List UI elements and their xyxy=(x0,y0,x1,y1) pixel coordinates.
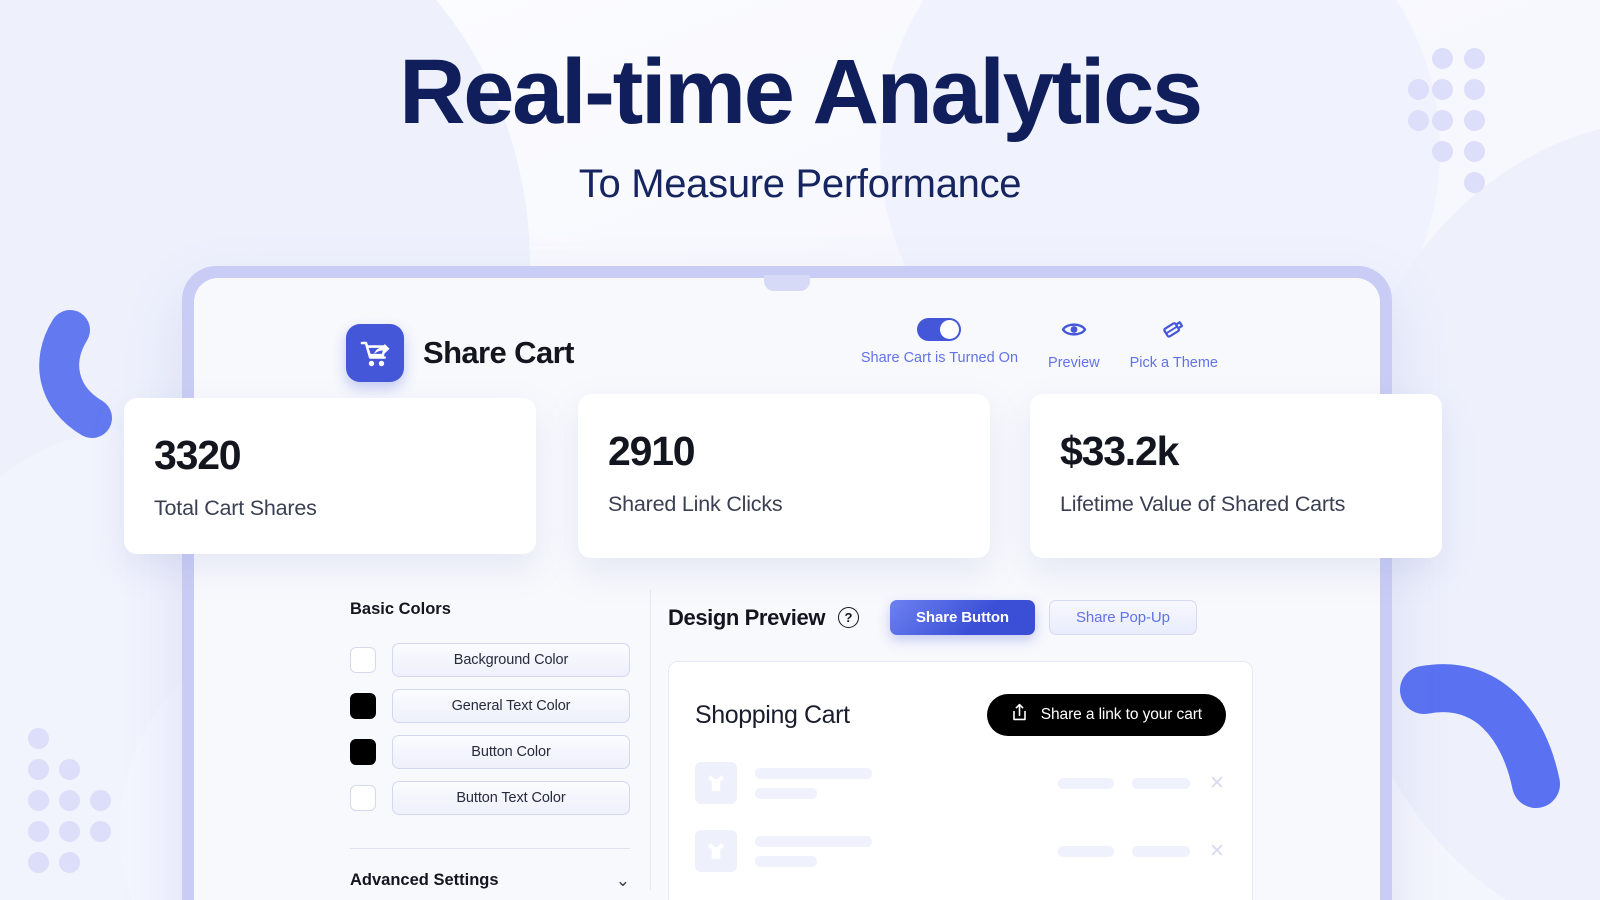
color-swatch-general-text[interactable] xyxy=(350,693,376,719)
tshirt-icon xyxy=(695,762,737,804)
tab-share-button[interactable]: Share Button xyxy=(890,600,1035,635)
advanced-settings-label: Advanced Settings xyxy=(350,871,499,889)
stat-card-shared-link-clicks: 2910 Shared Link Clicks xyxy=(578,394,990,558)
skeleton-bar xyxy=(755,767,872,779)
basic-colors-panel: Basic Colors Background Color General Te… xyxy=(350,600,630,890)
device-frame: Share Cart Share Cart is Turned On Previ… xyxy=(182,266,1392,900)
general-text-color-button[interactable]: General Text Color xyxy=(392,689,630,723)
color-swatch-background[interactable] xyxy=(350,647,376,673)
cart-item-text-skeleton xyxy=(755,767,872,799)
eye-icon[interactable] xyxy=(1061,318,1087,346)
stat-label: Lifetime Value of Shared Carts xyxy=(1060,492,1346,516)
shopping-cart-title: Shopping Cart xyxy=(695,700,850,729)
design-preview-title: Design Preview xyxy=(668,604,826,630)
cart-item-skeleton-row: ✕ xyxy=(695,762,1226,804)
share-cart-logo-icon xyxy=(346,324,404,382)
cart-item-skeleton-row: ✕ xyxy=(695,830,1226,872)
background-color-button[interactable]: Background Color xyxy=(392,643,630,677)
stat-label: Total Cart Shares xyxy=(154,496,317,520)
color-row: Button Color xyxy=(350,735,630,769)
skeleton-bar-price xyxy=(1058,845,1114,857)
stat-card-lifetime-value: $33.2k Lifetime Value of Shared Carts xyxy=(1030,394,1442,558)
stat-value: 3320 xyxy=(154,432,242,478)
cart-preview: Shopping Cart Share a link to your cart xyxy=(668,661,1253,900)
brand: Share Cart xyxy=(346,324,574,382)
skeleton-bar xyxy=(755,787,817,799)
share-upload-icon xyxy=(1011,703,1028,727)
page-subtitle: To Measure Performance xyxy=(578,161,1022,206)
share-cart-toggle[interactable]: Share Cart is Turned On xyxy=(861,318,1018,366)
button-text-color-button[interactable]: Button Text Color xyxy=(392,781,630,815)
tshirt-icon xyxy=(695,830,737,872)
device-notch xyxy=(764,275,810,291)
hero-section: Real-time Analytics To Measure Performan… xyxy=(0,0,1600,207)
stat-value: $33.2k xyxy=(1060,428,1179,474)
app-header: Share Cart Share Cart is Turned On Previ… xyxy=(194,278,1380,396)
advanced-settings-row[interactable]: Advanced Settings ⌄ xyxy=(350,871,630,890)
share-a-link-to-your-cart-button[interactable]: Share a link to your cart xyxy=(986,694,1226,736)
preview-label: Preview xyxy=(1048,355,1100,371)
paintbrush-icon[interactable] xyxy=(1161,318,1187,346)
cart-preview-header: Shopping Cart Share a link to your cart xyxy=(695,694,1226,736)
pick-a-theme-label: Pick a Theme xyxy=(1129,355,1218,371)
app-screen: Share Cart Share Cart is Turned On Previ… xyxy=(194,278,1380,900)
cart-item-text-skeleton xyxy=(755,835,872,867)
color-row: General Text Color xyxy=(350,689,630,723)
stat-value: 2910 xyxy=(608,428,696,474)
button-color-button[interactable]: Button Color xyxy=(392,735,630,769)
design-preview-tabs: Share Button Share Pop-Up xyxy=(890,600,1197,635)
close-icon[interactable]: ✕ xyxy=(1208,774,1226,793)
page-root: Real-time Analytics To Measure Performan… xyxy=(0,0,1600,900)
skeleton-bar-quantity xyxy=(1132,845,1190,857)
close-icon[interactable]: ✕ xyxy=(1208,842,1226,861)
color-row: Background Color xyxy=(350,643,630,677)
tab-share-popup[interactable]: Share Pop-Up xyxy=(1049,600,1197,635)
stat-card-total-cart-shares: 3320 Total Cart Shares xyxy=(124,398,536,554)
panel-divider xyxy=(650,590,651,890)
color-row: Button Text Color xyxy=(350,781,630,815)
color-swatch-button-text[interactable] xyxy=(350,785,376,811)
share-a-link-label: Share a link to your cart xyxy=(1040,706,1202,723)
skeleton-bar-quantity xyxy=(1132,777,1190,789)
brand-name: Share Cart xyxy=(423,335,574,370)
blue-swoosh-decoration xyxy=(1396,638,1571,813)
skeleton-bar xyxy=(755,855,817,867)
basic-colors-title: Basic Colors xyxy=(350,600,451,618)
help-circle-icon[interactable]: ? xyxy=(838,607,860,628)
color-rows: Background Color General Text Color Butt… xyxy=(350,643,630,815)
dot-grid-decoration xyxy=(28,728,138,878)
skeleton-bar xyxy=(755,835,872,847)
skeleton-bar-price xyxy=(1058,777,1114,789)
design-preview-header: Design Preview ? Share Button Share Pop-… xyxy=(668,600,1253,635)
design-preview-panel: Design Preview ? Share Button Share Pop-… xyxy=(668,600,1253,900)
page-title: Real-time Analytics xyxy=(399,41,1203,143)
stat-label: Shared Link Clicks xyxy=(608,492,783,516)
color-swatch-button[interactable] xyxy=(350,739,376,765)
preview-action[interactable]: Preview xyxy=(1048,318,1100,371)
divider xyxy=(350,848,630,849)
header-actions: Share Cart is Turned On Preview Pick a T… xyxy=(861,318,1218,371)
toggle-switch-icon[interactable] xyxy=(917,318,962,341)
share-cart-toggle-label: Share Cart is Turned On xyxy=(860,350,1019,366)
chevron-down-icon[interactable]: ⌄ xyxy=(616,872,630,889)
pick-a-theme-action[interactable]: Pick a Theme xyxy=(1130,318,1218,371)
